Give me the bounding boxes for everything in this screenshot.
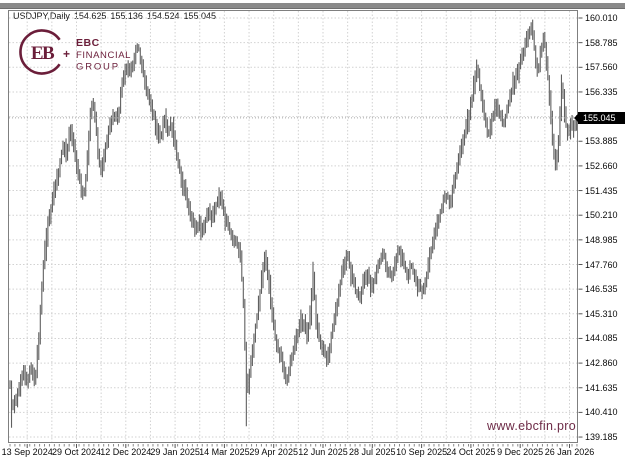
price-axis-label: 157.560 xyxy=(585,62,625,72)
logo-text-financial: FINANCIAL xyxy=(76,50,131,61)
time-axis-label: 26 Jan 2026 xyxy=(535,447,605,457)
price-axis-label: 153.885 xyxy=(585,136,625,146)
price-axis-label: 142.860 xyxy=(585,358,625,368)
price-axis-label: 150.210 xyxy=(585,210,625,220)
price-axis-label: 147.760 xyxy=(585,260,625,270)
watermark-url: www.ebcfin.pro xyxy=(487,419,576,433)
price-axis-label: 156.335 xyxy=(585,87,625,97)
price-axis-label: 151.435 xyxy=(585,186,625,196)
price-axis-label: 145.310 xyxy=(585,309,625,319)
price-axis-label: 139.185 xyxy=(585,432,625,442)
ebc-logo: EB + EBC FINANCIAL GROUP xyxy=(19,29,137,81)
logo-monogram-icon: EB xyxy=(31,43,55,64)
price-axis-label: 144.085 xyxy=(585,333,625,343)
price-axis-label: 146.535 xyxy=(585,284,625,294)
logo-text-ebc: EBC xyxy=(76,37,100,49)
price-axis-label: 158.785 xyxy=(585,38,625,48)
price-axis-label: 152.660 xyxy=(585,161,625,171)
price-badge-arrow-icon xyxy=(574,114,578,122)
current-price-value: 155.045 xyxy=(583,113,616,123)
price-axis-label: 148.985 xyxy=(585,235,625,245)
logo-text-group: GROUP xyxy=(76,62,120,73)
current-price-badge: 155.045 xyxy=(578,112,625,124)
price-axis-label: 141.635 xyxy=(585,383,625,393)
price-axis-label: 140.410 xyxy=(585,407,625,417)
price-axis-label: 160.010 xyxy=(585,13,625,23)
logo-plus-icon: + xyxy=(63,47,70,61)
